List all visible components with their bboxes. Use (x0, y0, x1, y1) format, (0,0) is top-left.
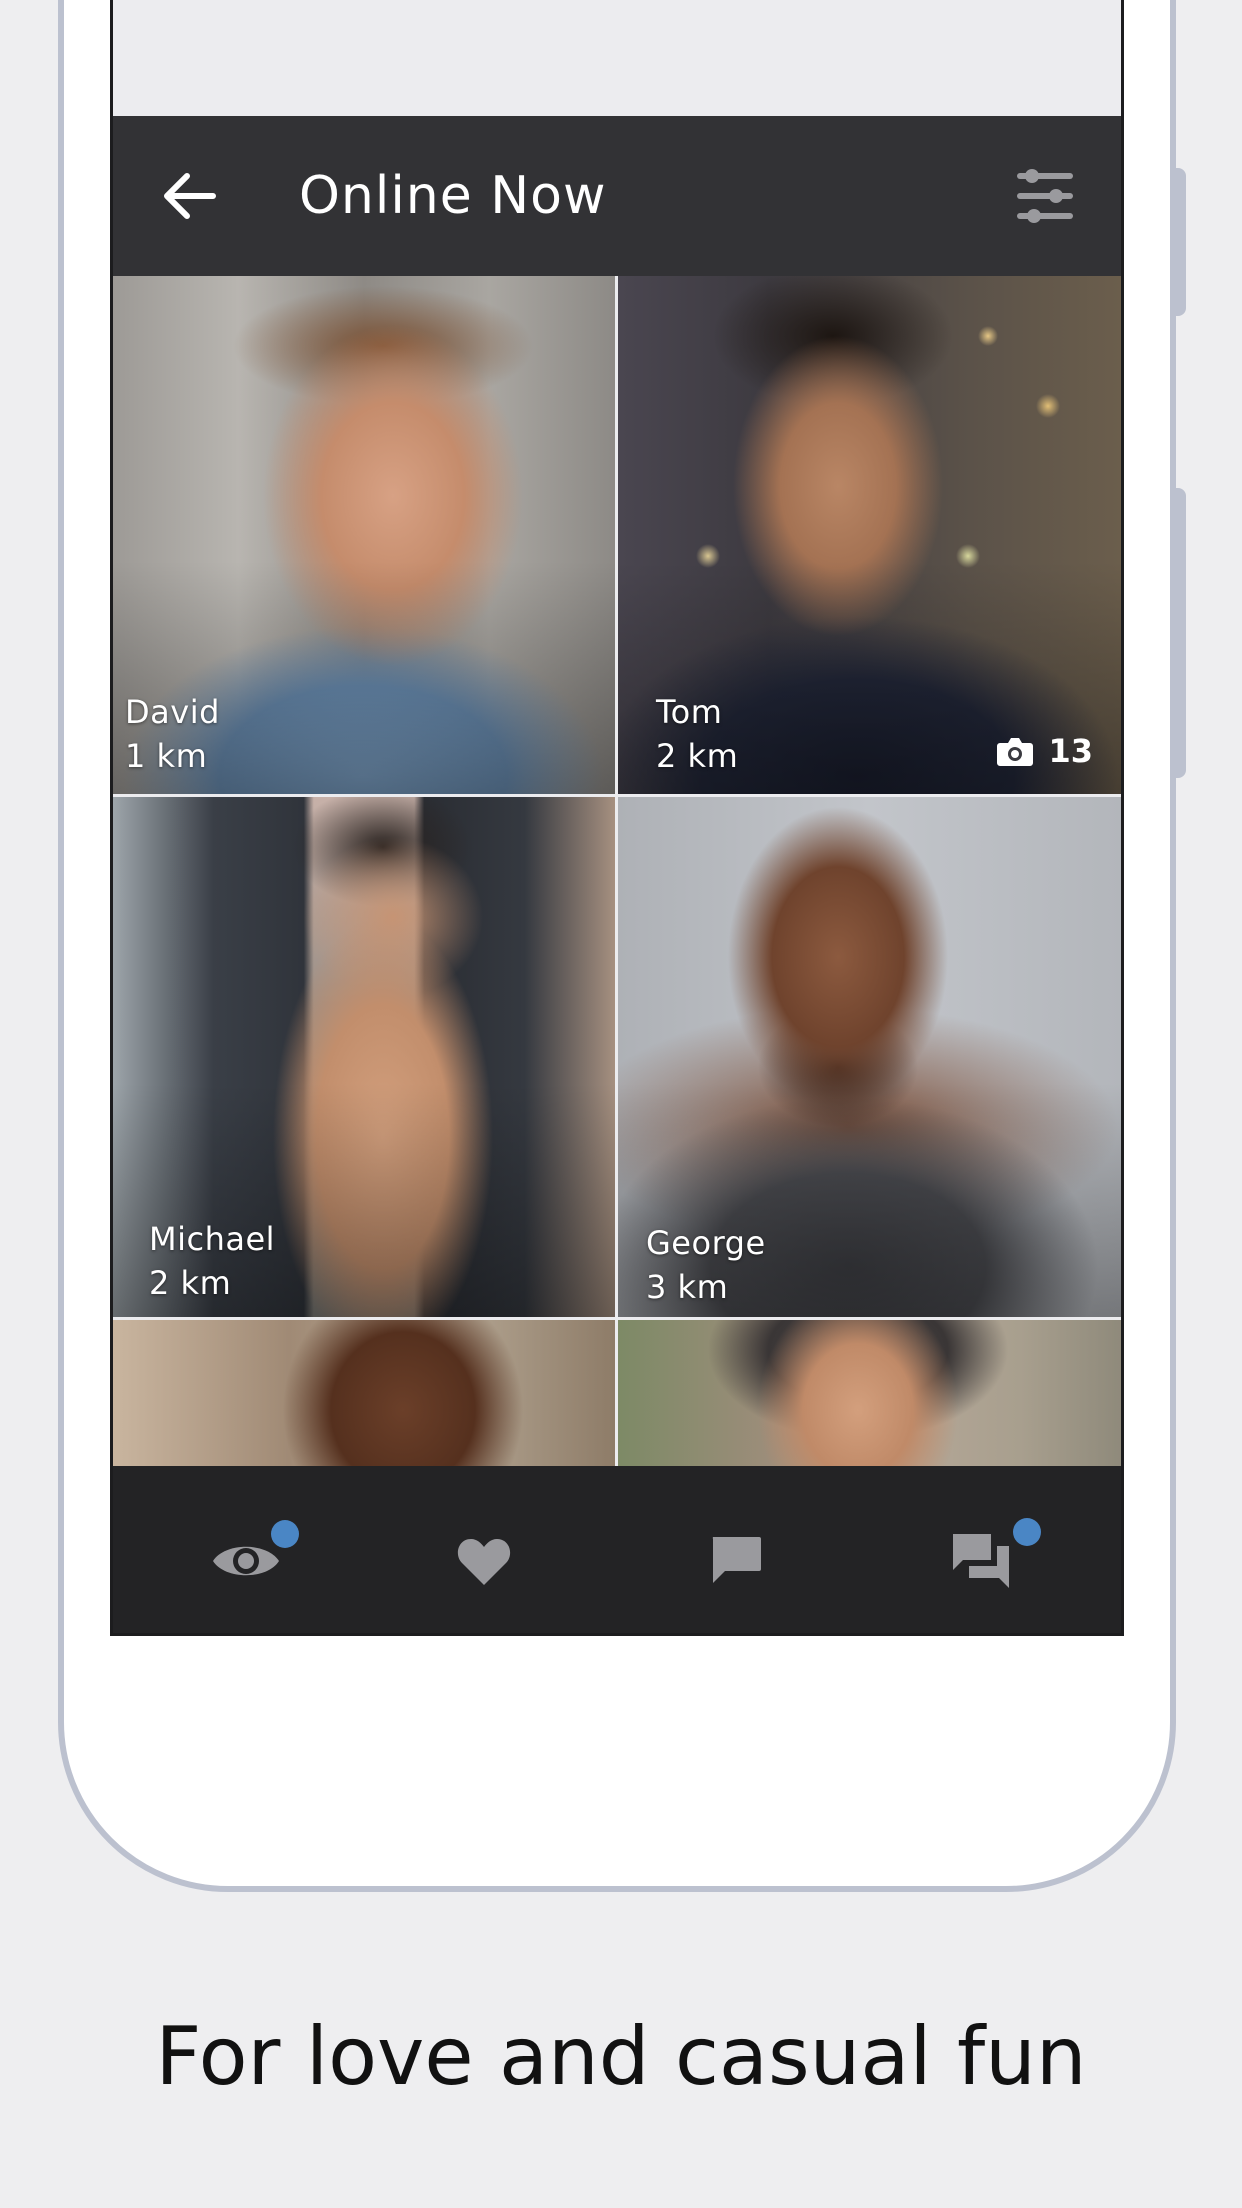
profile-distance: 1 km (125, 737, 208, 775)
chat-bubble-icon (712, 1537, 761, 1583)
back-button[interactable] (153, 160, 225, 232)
profile-distance: 2 km (149, 1264, 232, 1302)
notification-badge (1013, 1518, 1041, 1546)
profile-photo (618, 1320, 1121, 1466)
eye-icon (213, 1546, 279, 1576)
photo-count: 13 (996, 732, 1093, 770)
profile-photo (113, 1320, 615, 1466)
tab-visitors[interactable] (201, 1516, 299, 1606)
promo-caption: For love and casual fun (155, 2010, 1087, 2103)
phone-screen: Online Now David 1 km Tom 2 km 13 Michae… (110, 0, 1124, 1636)
tab-likes[interactable] (439, 1516, 529, 1606)
tab-messages[interactable] (691, 1516, 781, 1606)
profile-name: George (646, 1224, 766, 1262)
tab-chats[interactable] (937, 1516, 1041, 1606)
profile-distance: 3 km (646, 1268, 729, 1306)
chats-icon (953, 1534, 1009, 1588)
bottom-tab-bar (113, 1466, 1121, 1633)
screenshot-stage: Online Now David 1 km Tom 2 km 13 Michae… (0, 0, 1242, 2208)
filter-button[interactable] (1009, 160, 1081, 232)
phone-side-button (1172, 488, 1186, 778)
profile-tile-david[interactable]: David 1 km (113, 276, 615, 794)
arrow-left-icon (164, 173, 216, 219)
notification-badge (271, 1520, 299, 1548)
profile-name: Tom (656, 693, 723, 731)
profile-name: David (125, 693, 220, 731)
status-bar-area (113, 0, 1121, 116)
profile-tile-partial[interactable] (113, 1320, 615, 1466)
page-title: Online Now (299, 166, 607, 226)
profile-tile-tom[interactable]: Tom 2 km 13 (618, 276, 1121, 794)
profile-distance: 2 km (656, 737, 739, 775)
profile-name: Michael (149, 1220, 276, 1258)
profile-grid: David 1 km Tom 2 km 13 Michael 2 km Geor… (113, 276, 1121, 1466)
heart-icon (457, 1539, 511, 1585)
profile-tile-michael[interactable]: Michael 2 km (113, 797, 615, 1317)
phone-side-button (1172, 168, 1186, 316)
app-bar: Online Now (113, 116, 1121, 276)
profile-tile-george[interactable]: George 3 km (618, 797, 1121, 1317)
photo-count-value: 13 (1048, 732, 1093, 770)
sliders-icon (1017, 169, 1073, 223)
camera-icon (997, 738, 1034, 766)
profile-tile-partial[interactable] (618, 1320, 1121, 1466)
